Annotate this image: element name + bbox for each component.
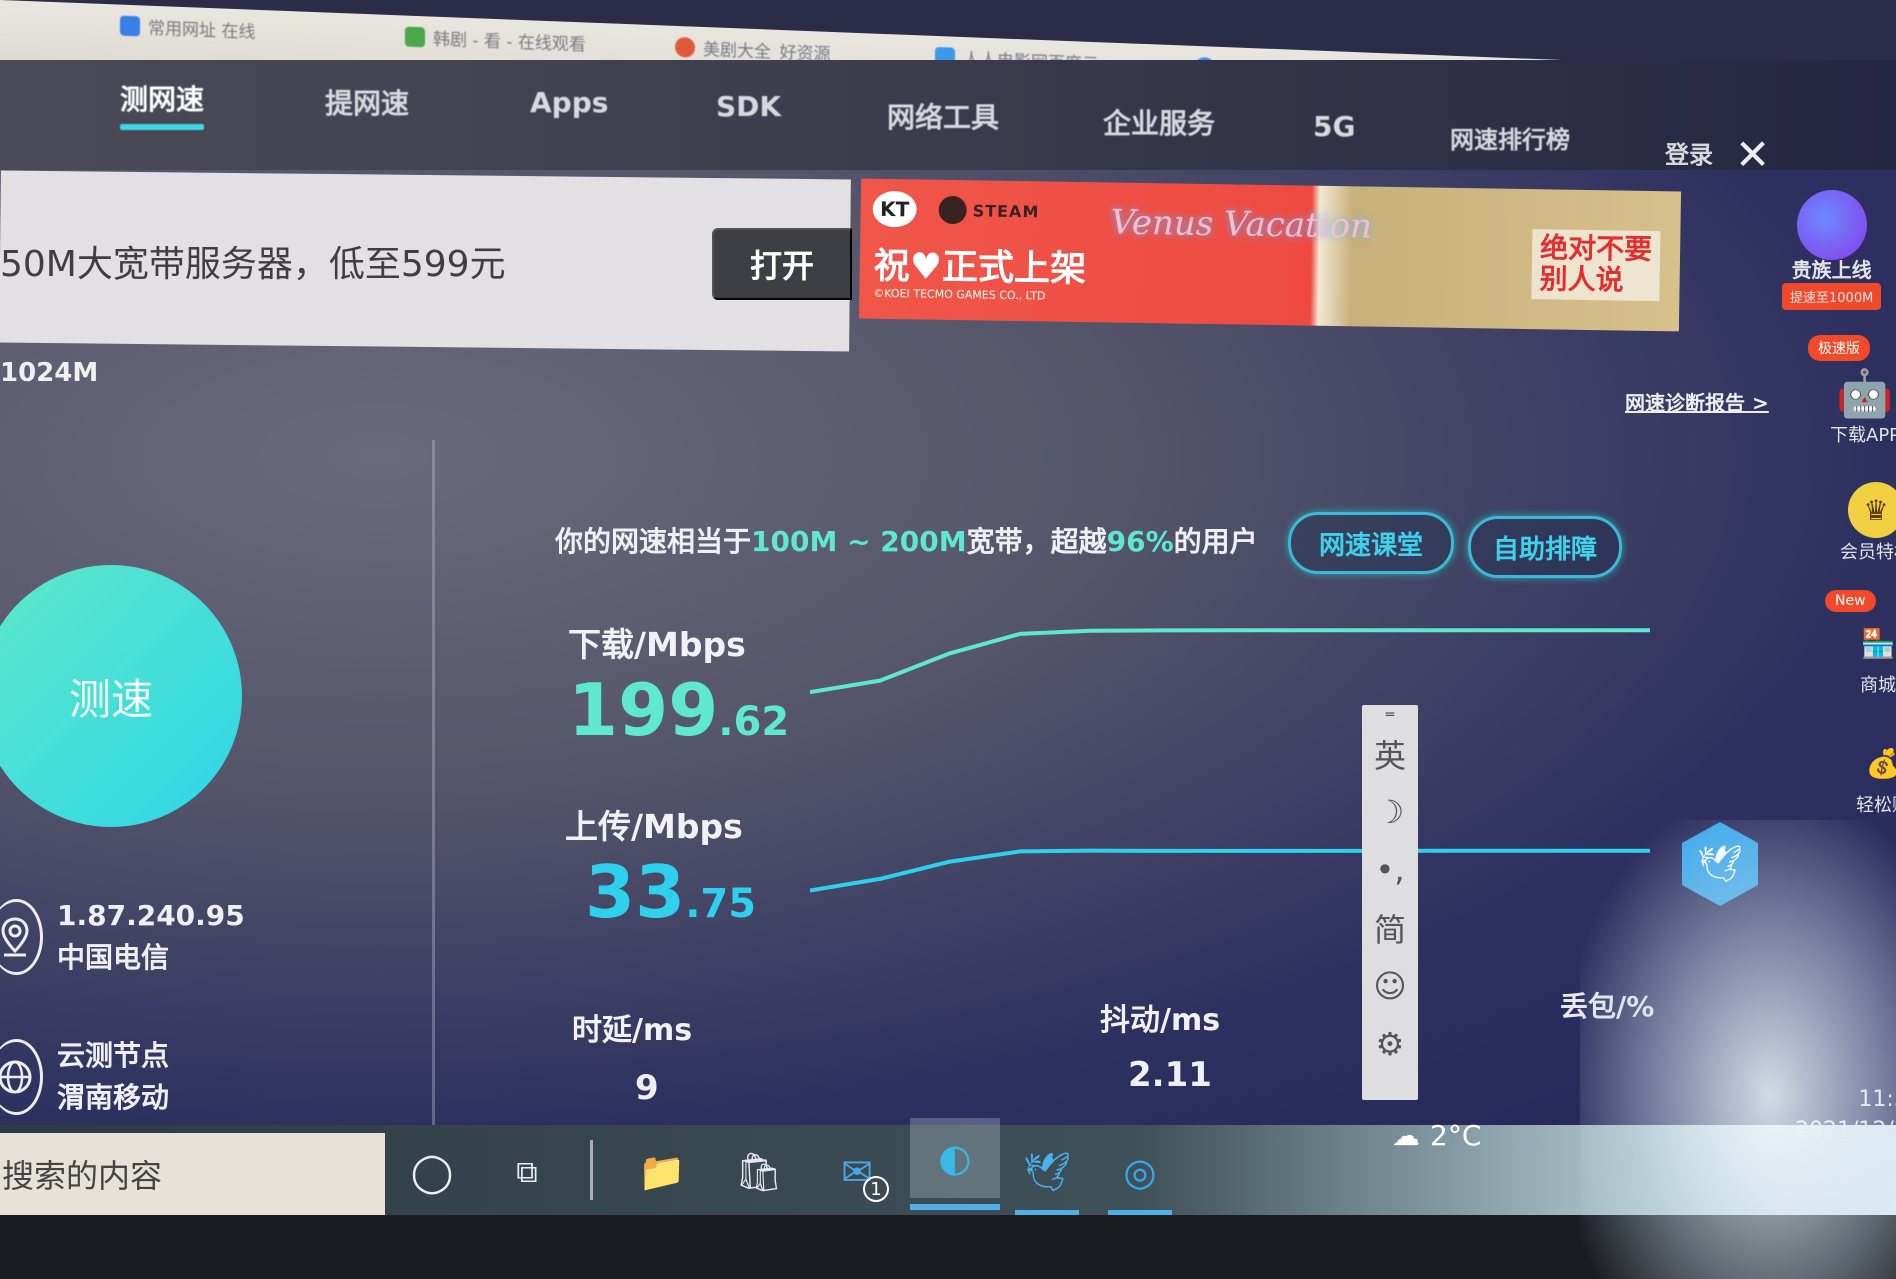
ime-emoji-icon[interactable]: ☺: [1362, 957, 1418, 1015]
ad-copyright: ©KOEI TECMO GAMES CO., LTD: [873, 286, 1046, 303]
sidebar-vip[interactable]: ♛ 会员特权: [1840, 482, 1896, 564]
sidebar-promo-label: 贵族上线: [1791, 258, 1872, 282]
node-label: 云测节点: [57, 1039, 170, 1072]
screen-glare: [1580, 820, 1896, 1279]
node-info[interactable]: 云测节点 渭南移动: [0, 1035, 169, 1119]
series-line-upload: [810, 848, 1650, 893]
jitter-label: 抖动/ms: [1100, 1003, 1221, 1038]
ime-settings-icon[interactable]: ⚙: [1362, 1015, 1418, 1073]
new-badge: New: [1825, 590, 1876, 612]
nav-item-enterprise[interactable]: 企业服务: [1103, 102, 1215, 142]
vertical-divider: [432, 440, 435, 1130]
game-ad-banner[interactable]: KT STEAM 祝♥正式上架 ©KOEI TECMO GAMES CO., L…: [858, 178, 1682, 332]
location-pin-icon: [0, 899, 43, 975]
nav-item-ranking[interactable]: 网速排行榜: [1450, 120, 1570, 155]
self-check-button[interactable]: 自助排障: [1468, 516, 1622, 578]
sidebar-shop[interactable]: 🏪 商城: [1850, 615, 1896, 697]
crown-icon: ♛: [1848, 482, 1896, 538]
chevron-up-icon[interactable]: ︿: [1515, 1115, 1543, 1155]
upload-label: 上传/Mbps: [565, 807, 743, 846]
download-value: 199.62: [568, 668, 790, 752]
steam-logo: STEAM: [938, 195, 1039, 226]
promo-text: 50M大宽带服务器，低至599元: [0, 244, 506, 285]
browser-app-icon[interactable]: ◎: [1108, 1140, 1172, 1216]
ime-toolbar: ═ 英 ☽ •, 简 ☺ ⚙: [1362, 705, 1418, 1100]
blue-square-icon: [120, 15, 140, 36]
download-label: 下载/Mbps: [568, 625, 746, 664]
nav-item-speedtest[interactable]: 测网速: [120, 78, 205, 130]
store-icon[interactable]: 🛍: [727, 1140, 791, 1204]
edge-icon[interactable]: ◐: [910, 1118, 1000, 1210]
speed-chart: [810, 628, 1650, 893]
ime-lang-toggle[interactable]: 英: [1362, 725, 1418, 783]
nav-item-network-tools[interactable]: 网络工具: [887, 96, 999, 136]
weather-widget[interactable]: ☁ 2°C ︿: [1392, 1115, 1543, 1155]
diagnosis-report-link[interactable]: 网速诊断报告 >: [1625, 387, 1769, 416]
summary-percent: 96%: [1106, 525, 1174, 558]
close-icon[interactable]: ✕: [1735, 130, 1770, 179]
file-explorer-icon[interactable]: 📁: [630, 1140, 694, 1204]
node-name: 渭南移动: [57, 1081, 170, 1114]
kt-logo-icon: KT: [872, 190, 917, 228]
cloud-icon: ☁: [1392, 1118, 1420, 1152]
ad-headline: 祝♥正式上架: [873, 245, 1087, 291]
nav-item-5g[interactable]: 5G: [1313, 110, 1355, 143]
sidebar-download-app[interactable]: 🤖 下载APP: [1830, 365, 1896, 447]
bird-app-taskbar-icon[interactable]: 🕊: [1015, 1140, 1079, 1216]
ime-punct-toggle[interactable]: •,: [1362, 841, 1418, 899]
sidebar-promo[interactable]: 贵族上线 提速至1000M: [1782, 190, 1882, 310]
mail-icon[interactable]: ✉ 1: [825, 1140, 889, 1204]
nav-item-apps[interactable]: Apps: [530, 86, 608, 119]
ad-game-logo: Venus Vacation: [1110, 202, 1373, 247]
cortana-icon[interactable]: ◯: [400, 1140, 464, 1204]
latency-value: 9: [635, 1068, 659, 1108]
upload-value: 33.75: [585, 850, 757, 934]
login-link[interactable]: 登录: [1665, 135, 1713, 170]
nav-item-speedup[interactable]: 提网速: [325, 82, 409, 122]
series-line-download: [810, 628, 1650, 695]
steam-icon: [938, 195, 967, 225]
jitter-value: 2.11: [1128, 1055, 1212, 1095]
client-isp: 中国电信: [57, 941, 170, 974]
ad-badge: 绝对不要 别人说: [1531, 229, 1661, 301]
nav-item-sdk[interactable]: SDK: [716, 90, 781, 123]
bandwidth-label: 1024M: [0, 358, 99, 388]
ime-drag-handle[interactable]: ═: [1362, 705, 1418, 725]
money-bag-icon: 💰: [1865, 746, 1896, 780]
green-square-icon: [405, 26, 425, 47]
promo-open-button[interactable]: 打开: [712, 228, 852, 300]
android-icon: 🤖: [1836, 365, 1894, 420]
mail-badge: 1: [863, 1176, 889, 1202]
shop-icon: 🏪: [1860, 626, 1896, 660]
sidebar-earn[interactable]: 💰 轻松赚: [1855, 735, 1896, 817]
android-badge: 极速版: [1808, 335, 1870, 361]
red-swirl-icon: [675, 36, 695, 58]
sidebar-promo-sub: 提速至1000M: [1782, 283, 1882, 310]
summary-range: 100M ~ 200M: [751, 525, 967, 558]
bookmark-item[interactable]: 常用网址 在线: [120, 13, 255, 43]
task-view-icon[interactable]: ⧉: [495, 1140, 559, 1204]
ime-moon-icon[interactable]: ☽: [1362, 783, 1418, 841]
speed-class-button[interactable]: 网速课堂: [1288, 512, 1454, 574]
taskbar-separator: [590, 1140, 593, 1200]
latency-label: 时延/ms: [572, 1013, 693, 1048]
taskbar-search-input[interactable]: 搜索的内容: [0, 1133, 385, 1215]
client-ip: 1.87.240.95: [57, 899, 245, 932]
globe-icon: [0, 1039, 43, 1115]
client-info: 1.87.240.95 中国电信: [0, 895, 245, 979]
ime-simplified-toggle[interactable]: 简: [1362, 899, 1418, 957]
speed-summary: 你的网速相当于100M ~ 200M宽带，超越96%的用户: [555, 525, 1258, 558]
bookmark-item[interactable]: 韩剧 - 看 - 在线观看: [405, 24, 586, 56]
planet-icon: [1796, 190, 1867, 260]
